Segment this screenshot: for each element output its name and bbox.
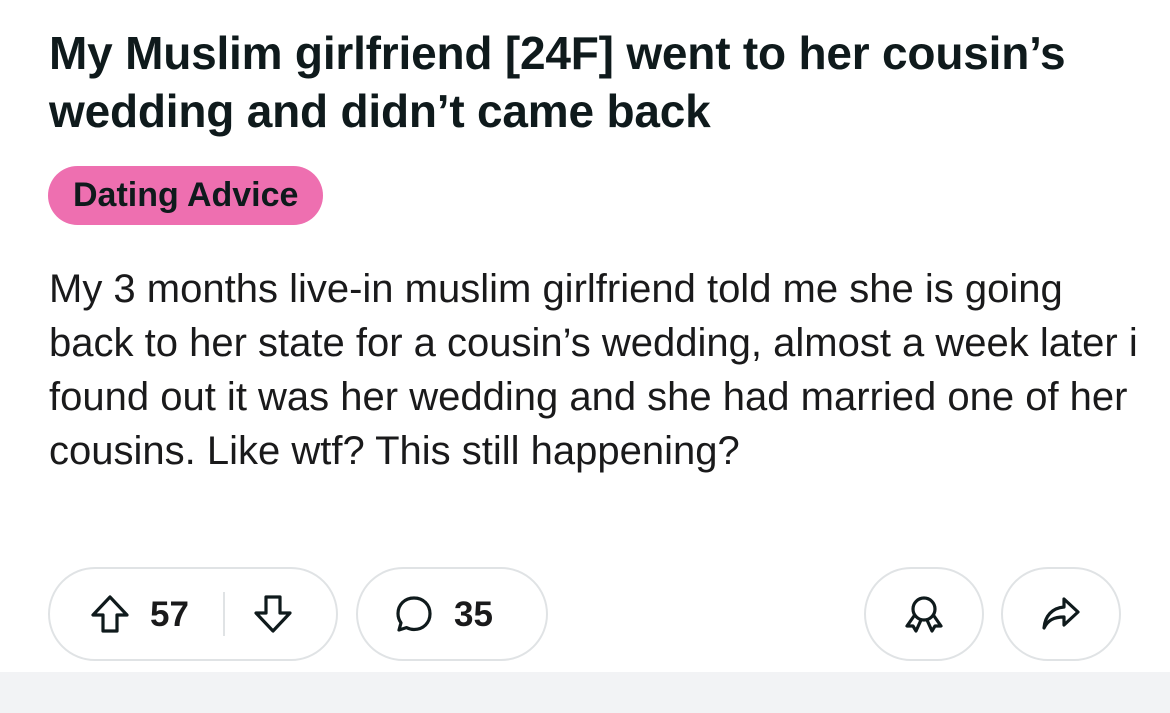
vote-divider	[222, 592, 225, 636]
comments-button[interactable]: 35	[356, 567, 548, 661]
vote-count: 57	[150, 594, 189, 634]
post-flair[interactable]: Dating Advice	[48, 166, 324, 225]
post-action-bar: 57 35	[0, 567, 1170, 663]
comment-count: 35	[454, 594, 493, 634]
comment-bubble-icon	[392, 592, 436, 636]
award-button[interactable]	[864, 567, 984, 661]
vote-control: 57	[48, 567, 338, 661]
upvote-arrow-icon[interactable]	[88, 592, 132, 636]
post-body: My 3 months live-in muslim girlfriend to…	[49, 267, 1138, 473]
award-icon	[901, 591, 947, 637]
downvote-arrow-icon[interactable]	[251, 592, 295, 636]
post-title[interactable]: My Muslim girlfriend [24F] went to her c…	[49, 24, 1129, 140]
feed-separator	[0, 672, 1170, 713]
share-arrow-icon	[1038, 591, 1084, 637]
share-button[interactable]	[1001, 567, 1121, 661]
post-card[interactable]: My Muslim girlfriend [24F] went to her c…	[0, 0, 1170, 672]
